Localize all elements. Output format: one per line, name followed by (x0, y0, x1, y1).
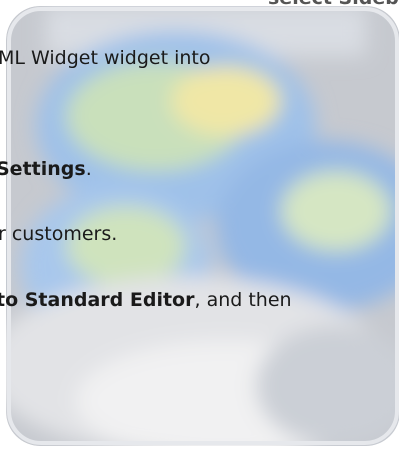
instruction-line-4-suffix: , and then (194, 289, 292, 311)
instruction-line-4: to Standard Editor, and then (0, 288, 292, 312)
standard-editor-label: to Standard Editor (0, 289, 195, 311)
settings-label: Settings (0, 158, 86, 180)
instruction-line-3-text: r customers. (0, 223, 118, 245)
page: select Sidebar. ML Widget widget into Se… (0, 0, 399, 450)
instruction-line-2: Settings. (0, 157, 92, 181)
instruction-line-2-suffix: . (85, 158, 92, 180)
instruction-line-3: r customers. (0, 222, 117, 246)
instruction-line-top-text: select Sidebar. (268, 0, 399, 9)
instruction-line-top: select Sidebar. (268, 0, 399, 10)
instruction-line-1-text: ML Widget widget into (0, 47, 211, 69)
instruction-line-1: ML Widget widget into (0, 46, 210, 70)
